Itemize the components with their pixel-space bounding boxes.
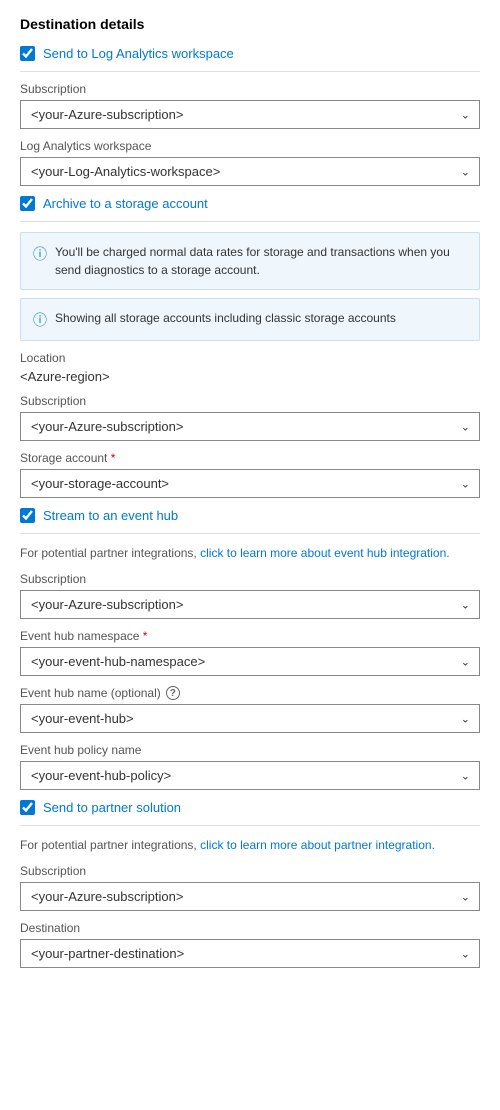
event-hub-name-label: Event hub name (optional) ? [20, 686, 480, 700]
log-analytics-subscription-wrapper: <your-Azure-subscription> ⌄ [20, 100, 480, 129]
event-hub-namespace-label: Event hub namespace * [20, 629, 480, 643]
storage-subscription-label: Subscription [20, 394, 480, 408]
event-hub-label: Stream to an event hub [43, 508, 178, 523]
storage-account-wrapper: <your-storage-account> ⌄ [20, 469, 480, 498]
event-hub-policy-select[interactable]: <your-event-hub-policy> [20, 761, 480, 790]
event-hub-partner-info: For potential partner integrations, clic… [20, 544, 480, 562]
event-hub-name-group: Event hub name (optional) ? <your-event-… [20, 686, 480, 733]
location-value: <Azure-region> [20, 369, 480, 384]
storage-subscription-wrapper: <your-Azure-subscription> ⌄ [20, 412, 480, 441]
storage-info-text-2: Showing all storage accounts including c… [55, 309, 396, 327]
workspace-wrapper: <your-Log-Analytics-workspace> ⌄ [20, 157, 480, 186]
log-analytics-subscription-label: Subscription [20, 82, 480, 96]
workspace-label: Log Analytics workspace [20, 139, 480, 153]
event-hub-subscription-select[interactable]: <your-Azure-subscription> [20, 590, 480, 619]
event-hub-checkbox[interactable] [20, 508, 35, 523]
info-icon-1: ⓘ [33, 244, 47, 264]
destination-wrapper: <your-partner-destination> ⌄ [20, 939, 480, 968]
partner-subscription-label: Subscription [20, 864, 480, 878]
storage-subscription-select[interactable]: <your-Azure-subscription> [20, 412, 480, 441]
destination-label: Destination [20, 921, 480, 935]
partner-solution-label: Send to partner solution [43, 800, 181, 815]
partner-subscription-wrapper: <your-Azure-subscription> ⌄ [20, 882, 480, 911]
event-hub-policy-group: Event hub policy name <your-event-hub-po… [20, 743, 480, 790]
storage-info-box-2: ⓘ Showing all storage accounts including… [20, 298, 480, 341]
info-icon-2: ⓘ [33, 310, 47, 330]
location-label: Location [20, 351, 480, 365]
event-hub-namespace-wrapper: <your-event-hub-namespace> ⌄ [20, 647, 480, 676]
partner-subscription-select[interactable]: <your-Azure-subscription> [20, 882, 480, 911]
workspace-select[interactable]: <your-Log-Analytics-workspace> [20, 157, 480, 186]
divider-4 [20, 825, 480, 826]
partner-subscription-group: Subscription <your-Azure-subscription> ⌄ [20, 864, 480, 911]
storage-info-boxes: ⓘ You'll be charged normal data rates fo… [20, 232, 480, 341]
storage-subscription-group: Subscription <your-Azure-subscription> ⌄ [20, 394, 480, 441]
log-analytics-label: Send to Log Analytics workspace [43, 46, 234, 61]
divider-3 [20, 533, 480, 534]
hub-name-help-icon[interactable]: ? [166, 686, 180, 700]
log-analytics-subscription-select[interactable]: <your-Azure-subscription> [20, 100, 480, 129]
storage-checkbox-row: Archive to a storage account [20, 196, 480, 211]
location-group: Location <Azure-region> [20, 351, 480, 384]
log-analytics-checkbox-row: Send to Log Analytics workspace [20, 46, 480, 61]
namespace-required: * [143, 629, 148, 643]
storage-account-group: Storage account * <your-storage-account>… [20, 451, 480, 498]
partner-solution-checkbox-row: Send to partner solution [20, 800, 480, 815]
partner-solution-partner-info: For potential partner integrations, clic… [20, 836, 480, 854]
divider-1 [20, 71, 480, 72]
event-hub-name-select[interactable]: <your-event-hub> [20, 704, 480, 733]
event-hub-subscription-label: Subscription [20, 572, 480, 586]
page-title: Destination details [20, 16, 480, 32]
event-hub-namespace-select[interactable]: <your-event-hub-namespace> [20, 647, 480, 676]
event-hub-policy-label: Event hub policy name [20, 743, 480, 757]
event-hub-subscription-group: Subscription <your-Azure-subscription> ⌄ [20, 572, 480, 619]
log-analytics-subscription-group: Subscription <your-Azure-subscription> ⌄ [20, 82, 480, 129]
divider-2 [20, 221, 480, 222]
storage-account-label: Storage account * [20, 451, 480, 465]
event-hub-checkbox-row: Stream to an event hub [20, 508, 480, 523]
workspace-group: Log Analytics workspace <your-Log-Analyt… [20, 139, 480, 186]
storage-info-text-1: You'll be charged normal data rates for … [55, 243, 467, 279]
event-hub-policy-wrapper: <your-event-hub-policy> ⌄ [20, 761, 480, 790]
event-hub-subscription-wrapper: <your-Azure-subscription> ⌄ [20, 590, 480, 619]
storage-info-box-1: ⓘ You'll be charged normal data rates fo… [20, 232, 480, 290]
storage-account-select[interactable]: <your-storage-account> [20, 469, 480, 498]
destination-group: Destination <your-partner-destination> ⌄ [20, 921, 480, 968]
log-analytics-checkbox[interactable] [20, 46, 35, 61]
partner-solution-partner-link[interactable]: click to learn more about partner integr… [200, 838, 435, 852]
event-hub-name-wrapper: <your-event-hub> ⌄ [20, 704, 480, 733]
partner-solution-checkbox[interactable] [20, 800, 35, 815]
storage-account-required: * [111, 451, 116, 465]
event-hub-partner-link[interactable]: click to learn more about event hub inte… [200, 546, 449, 560]
destination-select[interactable]: <your-partner-destination> [20, 939, 480, 968]
storage-checkbox[interactable] [20, 196, 35, 211]
storage-label: Archive to a storage account [43, 196, 208, 211]
event-hub-namespace-group: Event hub namespace * <your-event-hub-na… [20, 629, 480, 676]
